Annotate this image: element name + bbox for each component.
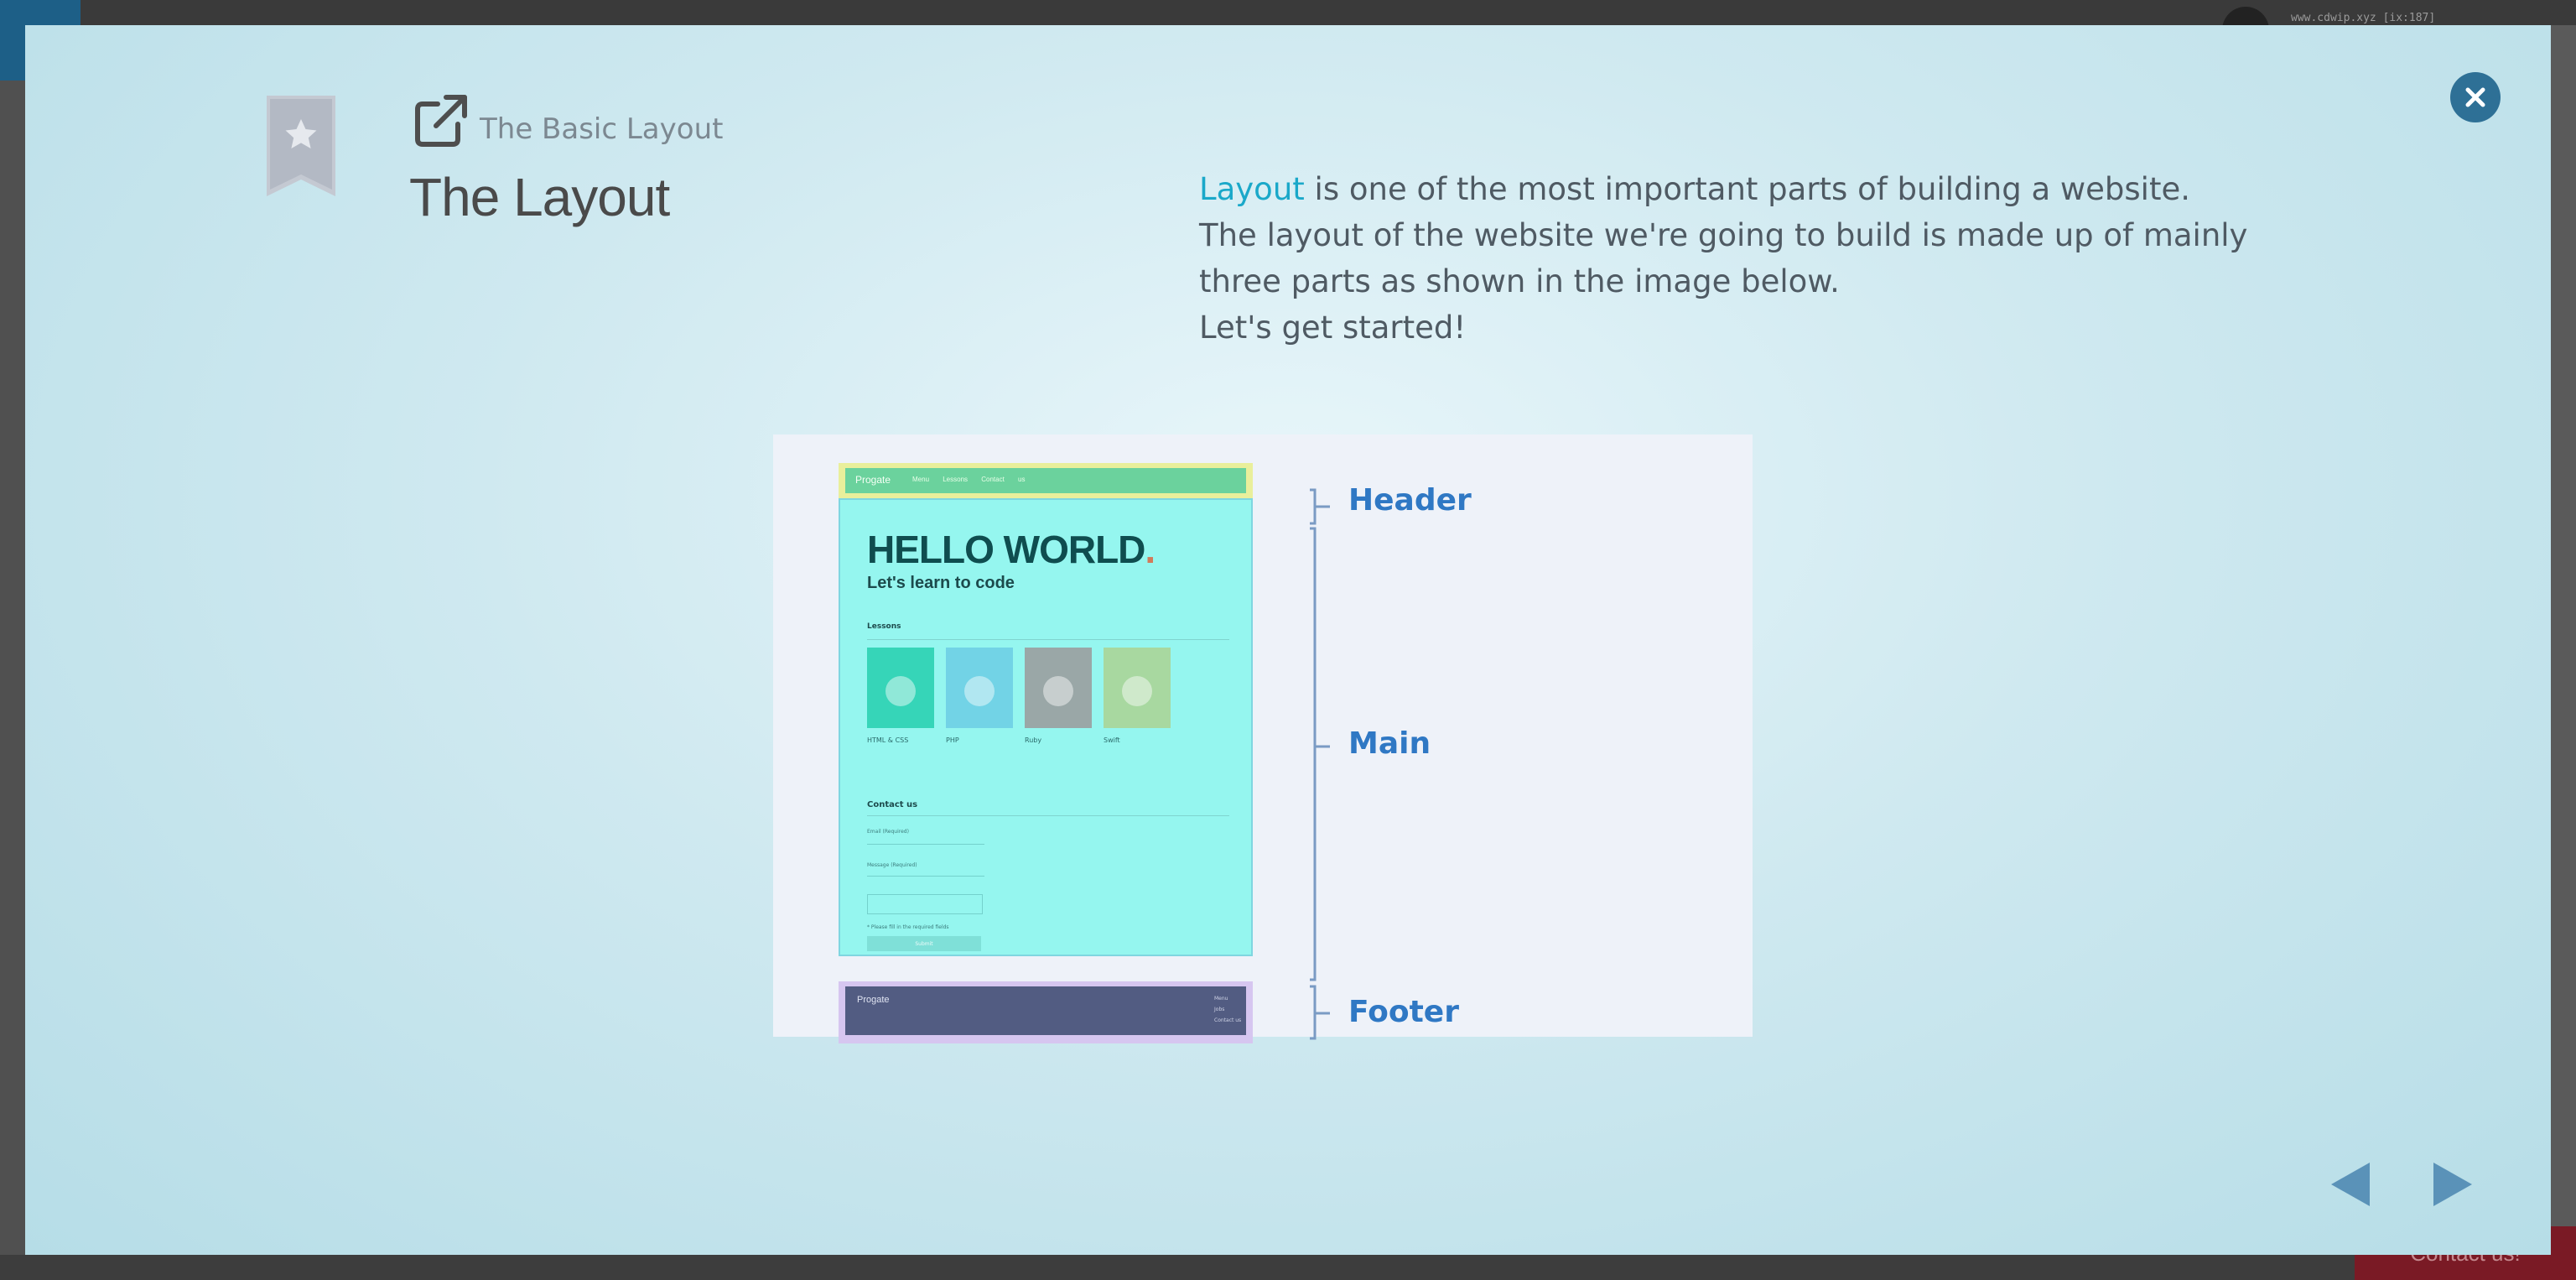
mock-header: Progate Menu Lessons Contact us (845, 468, 1246, 493)
mock-footer-link: Menu (1214, 996, 1228, 1002)
mock-hello-dot: . (1145, 528, 1156, 571)
footer-bracket (1310, 985, 1330, 1040)
triangle-right-icon[interactable] (2428, 1159, 2475, 1210)
close-icon (2465, 87, 2485, 107)
external-link-icon[interactable] (413, 92, 470, 149)
mock-card-label: HTML & CSS (867, 736, 909, 744)
mock-card-icon (964, 676, 995, 706)
mock-subtitle: Let's learn to code (867, 574, 1015, 592)
background-left-rail (0, 81, 25, 1255)
mock-message-label: Message (Required) (867, 862, 917, 868)
breadcrumb: The Basic Layout (480, 112, 724, 146)
diagram-main-region: HELLO WORLD. Let's learn to code Lessons… (839, 498, 1253, 956)
mock-hello-heading: HELLO WORLD. (867, 527, 1156, 572)
star-bookmark-icon[interactable] (267, 96, 335, 196)
page-title: The Layout (409, 167, 670, 227)
background-url-text: www.cdwip.xyz [ix:187] (2291, 12, 2436, 24)
triangle-left-icon[interactable] (2328, 1159, 2375, 1210)
main-bracket (1310, 527, 1330, 981)
header-bracket (1310, 488, 1330, 525)
mock-message-field (867, 894, 983, 914)
mock-header-nav: Menu Lessons Contact us (912, 476, 1026, 483)
mock-footer-links: Menu Jobs Contact us (1214, 993, 1241, 1026)
mock-lesson-card (867, 648, 934, 728)
mock-contact-heading: Contact us (867, 800, 918, 809)
mock-email-field (867, 844, 984, 845)
background-scrollbar (2551, 25, 2576, 1255)
mock-card-icon (886, 676, 916, 706)
description-line-2: The layout of the website we're going to… (1199, 217, 2248, 253)
mock-header-brand: Progate (855, 474, 891, 486)
mock-lesson-card (1025, 648, 1092, 728)
mock-lesson-card (946, 648, 1013, 728)
mock-required-note: * Please fill in the required fields (867, 924, 949, 930)
mock-lessons-heading: Lessons (867, 622, 901, 631)
mock-hello-text: HELLO WORLD (867, 528, 1145, 571)
close-button[interactable] (2450, 72, 2501, 122)
description-line-1-rest: is one of the most important parts of bu… (1304, 171, 2190, 207)
mock-card-icon (1122, 676, 1152, 706)
main-label: Main (1348, 726, 1431, 761)
mock-divider (867, 815, 1229, 816)
mock-card-label: Ruby (1025, 736, 1042, 744)
header-label: Header (1348, 483, 1472, 518)
background-bottombar (0, 1255, 2576, 1280)
diagram-header-region: Progate Menu Lessons Contact us (839, 463, 1253, 498)
mock-card-label: PHP (946, 736, 959, 744)
description-line-4: Let's get started! (1199, 310, 1467, 346)
mock-submit-button: Submit (867, 936, 981, 951)
layout-highlight: Layout (1199, 171, 1305, 207)
slide-description: Layout is one of the most important part… (1199, 166, 2256, 351)
mock-email-label: Email (Required) (867, 829, 909, 835)
diagram-footer-region: Progate Menu Jobs Contact us (839, 981, 1253, 1043)
mock-field-line (867, 876, 984, 877)
mock-footer-link: Contact us (1214, 1017, 1242, 1023)
mock-footer: Progate Menu Jobs Contact us (845, 986, 1246, 1035)
mock-divider (867, 639, 1229, 640)
mock-footer-link: Jobs (1214, 1007, 1225, 1012)
description-line-3: three parts as shown in the image below. (1199, 263, 1840, 299)
mock-lesson-card (1104, 648, 1171, 728)
mock-card-label: Swift (1104, 736, 1120, 744)
mock-card-icon (1043, 676, 1073, 706)
mock-footer-brand: Progate (857, 995, 890, 1005)
background-topbar (0, 0, 2576, 25)
footer-label: Footer (1348, 995, 1459, 1029)
description-line-1: Layout is one of the most important part… (1199, 166, 2256, 212)
